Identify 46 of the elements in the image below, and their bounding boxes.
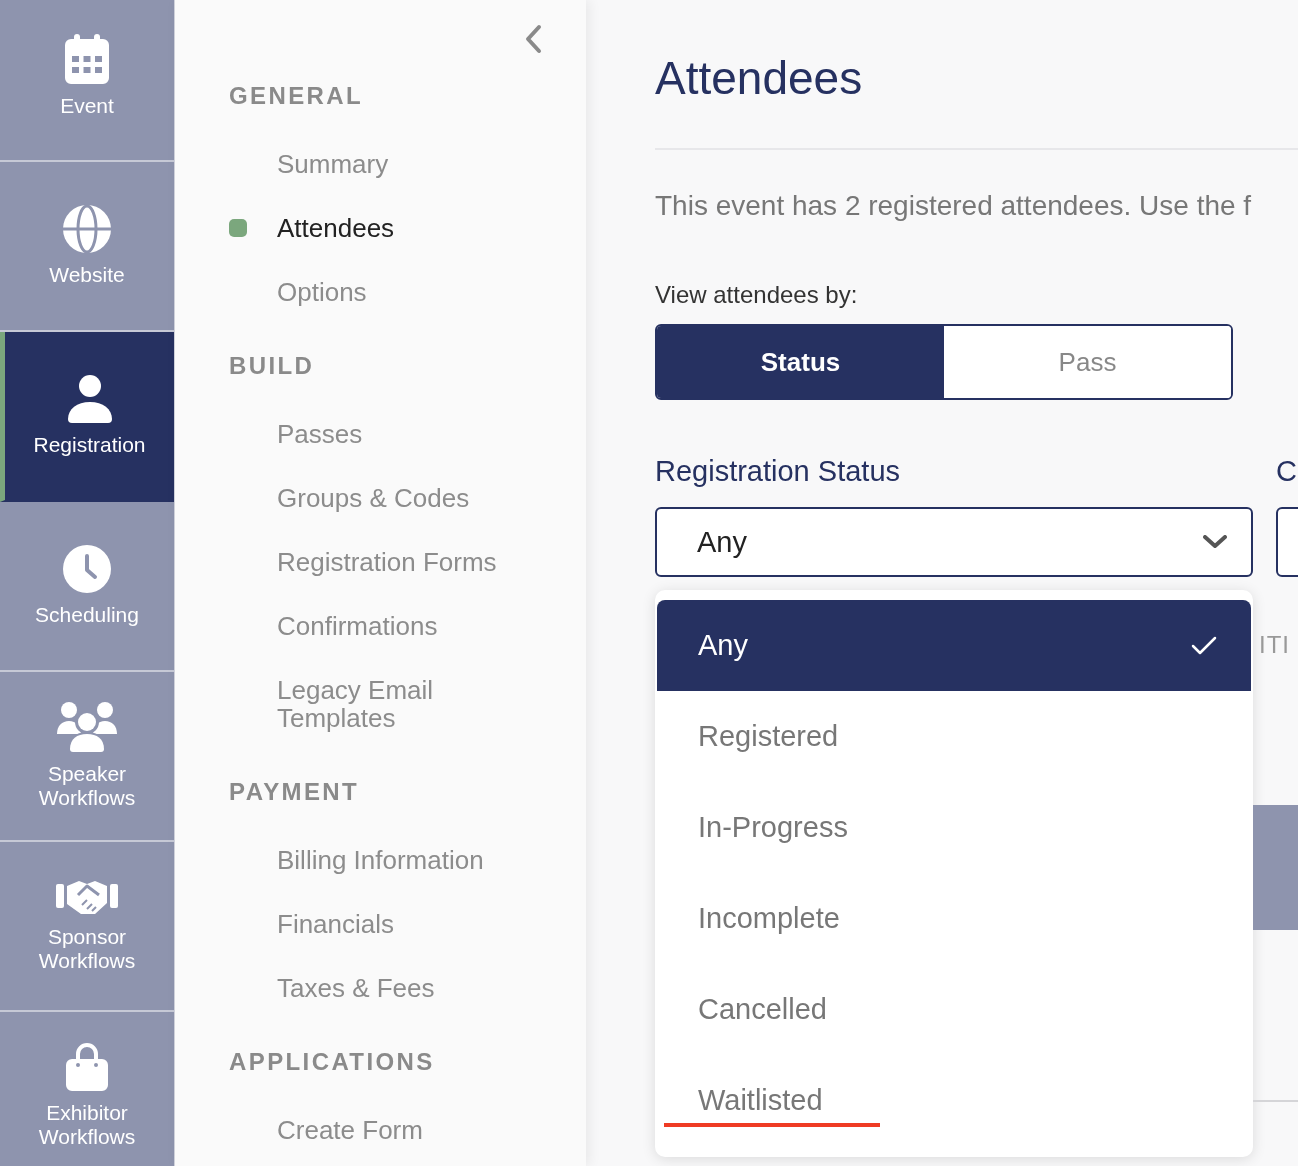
caret-icon bbox=[1203, 535, 1227, 549]
nav-rail-button[interactable]: Registration bbox=[0, 332, 174, 502]
nav-rail-button[interactable]: Event bbox=[0, 0, 174, 162]
nav-link[interactable]: Registration Forms bbox=[277, 530, 497, 594]
calendar-icon bbox=[65, 34, 109, 84]
globe-icon bbox=[63, 205, 111, 253]
nav-link[interactable]: Financials bbox=[277, 892, 395, 956]
page-title: Attendees bbox=[655, 51, 863, 106]
dropdown-option[interactable]: Waitlisted bbox=[657, 1055, 1251, 1146]
nav-link[interactable]: Taxes & Fees bbox=[277, 956, 435, 1020]
nav-link[interactable]: Attendees bbox=[229, 196, 395, 260]
chevron-left-icon[interactable] bbox=[525, 24, 542, 54]
filter-label: Registration Status bbox=[655, 454, 900, 489]
select-field[interactable]: Any bbox=[655, 507, 1253, 577]
nav-link[interactable]: Options bbox=[277, 260, 367, 324]
filter-label: C bbox=[1276, 454, 1297, 489]
nav-rail-button[interactable]: Speaker Workflows bbox=[0, 672, 174, 842]
people-icon bbox=[57, 702, 117, 752]
view-by-label: View attendees by: bbox=[655, 280, 858, 310]
checkmark-icon bbox=[1191, 635, 1217, 656]
nav-link[interactable]: Create Form bbox=[277, 1098, 423, 1162]
nav-link[interactable]: Passes bbox=[277, 402, 363, 466]
nav-link[interactable]: Confirmations bbox=[277, 594, 438, 658]
dropdown-option[interactable]: Registered bbox=[657, 691, 1251, 782]
handshake-icon bbox=[56, 879, 118, 915]
dropdown-option[interactable]: Any bbox=[657, 600, 1251, 691]
bag-icon bbox=[66, 1043, 108, 1091]
nav-link[interactable]: Groups & Codes bbox=[277, 466, 470, 530]
section-heading: APPLICATIONS bbox=[229, 1047, 435, 1077]
section-heading: GENERAL bbox=[229, 81, 364, 111]
description-text: This event has 2 registered attendees. Use the f bbox=[655, 189, 1252, 223]
partial-heading: ITI bbox=[1258, 630, 1290, 660]
nav-rail-button[interactable]: Sponsor Workflows bbox=[0, 842, 174, 1012]
nav-link[interactable]: Legacy Email Templates bbox=[277, 658, 527, 750]
nav-rail-button[interactable]: Exhibitor Workflows bbox=[0, 1012, 174, 1166]
clock-icon bbox=[63, 545, 111, 593]
segment-button[interactable]: Status bbox=[657, 326, 944, 398]
person-icon bbox=[67, 375, 112, 423]
nav-link[interactable]: Billing Information bbox=[277, 828, 484, 892]
section-heading: PAYMENT bbox=[229, 777, 360, 807]
nav-rail-button[interactable]: Scheduling bbox=[0, 502, 174, 672]
dropdown-option[interactable]: Incomplete bbox=[657, 873, 1251, 964]
nav-link[interactable]: Summary bbox=[277, 132, 389, 196]
dropdown-option[interactable]: Cancelled bbox=[657, 964, 1251, 1055]
section-heading: BUILD bbox=[229, 351, 315, 381]
dropdown-option[interactable]: In-Progress bbox=[657, 782, 1251, 873]
